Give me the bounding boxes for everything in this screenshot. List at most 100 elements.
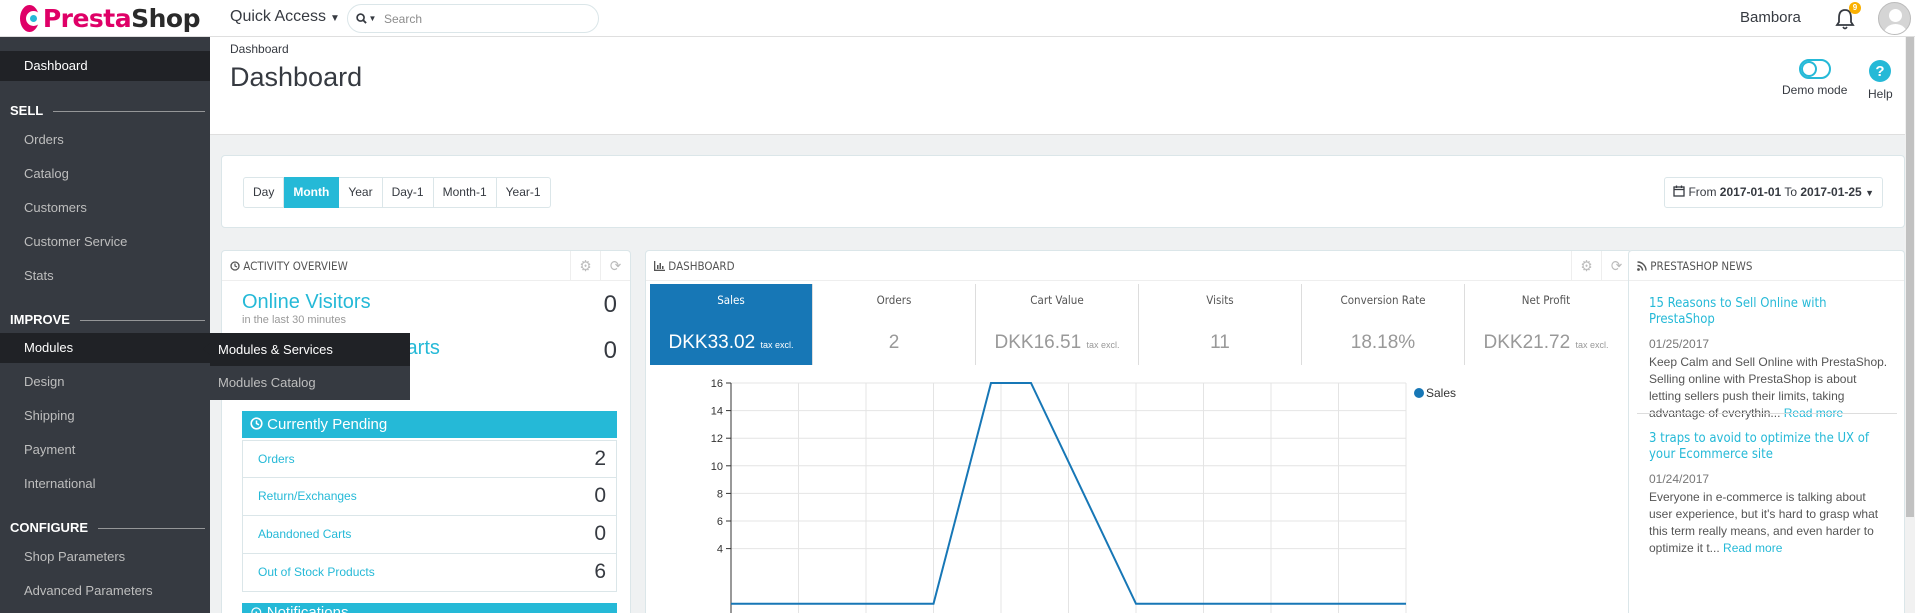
- notifications-heading: ⊙ Notifications: [242, 603, 617, 613]
- sidebar-item-stats[interactable]: Stats: [0, 261, 210, 291]
- avatar[interactable]: [1878, 2, 1911, 35]
- news-title-link[interactable]: 15 Reasons to Sell Online with PrestaSho…: [1649, 296, 1889, 328]
- period-year-1-button[interactable]: Year-1: [496, 177, 551, 208]
- date-range-picker[interactable]: From 2017-01-01 To 2017-01-25 ▼: [1664, 177, 1883, 208]
- pending-abandoned-carts-value: 0: [594, 522, 606, 545]
- news-title-link[interactable]: 3 traps to avoid to optimize the UX of y…: [1649, 431, 1889, 463]
- divider: [98, 527, 205, 529]
- kpi-value: 18.18%: [1350, 332, 1416, 353]
- breadcrumb[interactable]: Dashboard: [230, 42, 289, 56]
- news-item: 3 traps to avoid to optimize the UX of y…: [1649, 431, 1889, 557]
- kpi-sales[interactable]: Sales DKK33.02 tax excl.: [650, 284, 813, 365]
- kpi-value: DKK16.51: [994, 332, 1082, 353]
- currently-pending-title: Currently Pending: [267, 416, 388, 433]
- bar-chart-icon: [654, 261, 665, 271]
- search-input[interactable]: [384, 11, 584, 26]
- legend-label: Sales: [1426, 386, 1456, 400]
- kpi-value-wrap: 2: [813, 332, 975, 354]
- sidebar-item-customers[interactable]: Customers: [0, 193, 210, 223]
- pending-orders-link[interactable]: Orders: [258, 452, 295, 466]
- sidebar-item-shipping[interactable]: Shipping: [0, 401, 210, 431]
- sidebar-item-payment[interactable]: Payment: [0, 435, 210, 465]
- sidebar-item-customer-service[interactable]: Customer Service: [0, 227, 210, 257]
- period-selector-panel: Day Month Year Day-1 Month-1 Year-1 From…: [221, 155, 1905, 228]
- top-header: PrestaShop Quick Access▼ ▼ Bambora 9: [0, 0, 1915, 37]
- to-label: To: [1784, 185, 1797, 199]
- kpi-value-wrap: DKK33.02 tax excl.: [650, 332, 812, 354]
- help-label: Help: [1868, 87, 1893, 101]
- quick-access-dropdown[interactable]: Quick Access ▼: [230, 8, 340, 26]
- sidebar-section-configure: CONFIGURE: [10, 518, 205, 538]
- logo-text-presta: Presta: [42, 3, 132, 33]
- kpi-conversion-rate[interactable]: Conversion Rate 18.18%: [1302, 284, 1465, 365]
- gear-icon[interactable]: ⚙: [570, 251, 600, 281]
- pending-abandoned-carts-link[interactable]: Abandoned Carts: [258, 527, 351, 541]
- sidebar-item-orders[interactable]: Orders: [0, 125, 210, 155]
- period-month-1-button[interactable]: Month-1: [433, 177, 497, 208]
- kpi-net-profit[interactable]: Net Profit DKK21.72 tax excl.: [1465, 284, 1627, 365]
- demo-mode-label: Demo mode: [1782, 83, 1848, 97]
- pending-returns-link[interactable]: Return/Exchanges: [258, 489, 357, 503]
- kpi-value: 11: [1210, 332, 1230, 353]
- submenu-item-modules-services[interactable]: Modules & Services: [210, 333, 410, 366]
- search-box: ▼: [347, 4, 599, 33]
- sidebar-section-sell: SELL: [10, 101, 205, 121]
- prestashop-news-panel: PRESTASHOP NEWS 15 Reasons to Sell Onlin…: [1628, 250, 1905, 613]
- sidebar-item-dashboard[interactable]: Dashboard: [0, 51, 210, 81]
- pending-list: Orders 2 Return/Exchanges 0 Abandoned Cart…: [242, 440, 617, 592]
- search-type-button[interactable]: ▼: [348, 5, 384, 32]
- online-visitors-value: 0: [603, 291, 617, 318]
- page-scrollbar[interactable]: [1905, 37, 1915, 613]
- y-tick-label: 8: [717, 488, 723, 500]
- demo-mode-button[interactable]: Demo mode: [1782, 59, 1847, 97]
- kpi-title: Net Profit: [1521, 293, 1571, 307]
- sidebar-item-advanced-parameters[interactable]: Advanced Parameters: [0, 576, 210, 606]
- panel-heading: ACTIVITY OVERVIEW ⚙ ⟳: [222, 251, 630, 281]
- panel-title: PRESTASHOP NEWS: [1650, 259, 1753, 273]
- kpi-value: 2: [888, 332, 900, 353]
- quick-access-label: Quick Access: [230, 8, 327, 25]
- kpi-value-wrap: 11: [1139, 332, 1301, 354]
- kpi-cart-value[interactable]: Cart Value DKK16.51 tax excl.: [976, 284, 1139, 365]
- news-date: 01/25/2017: [1649, 337, 1710, 351]
- pending-out-of-stock-link[interactable]: Out of Stock Products: [258, 565, 375, 579]
- sidebar-item-international[interactable]: International: [0, 469, 210, 499]
- kpi-title: Sales: [717, 293, 745, 307]
- kpi-title: Conversion Rate: [1340, 293, 1426, 307]
- list-item: Out of Stock Products 6: [242, 554, 617, 592]
- period-day-1-button[interactable]: Day-1: [382, 177, 434, 208]
- caret-down-icon: ▼: [1865, 188, 1874, 198]
- sidebar-item-shop-parameters[interactable]: Shop Parameters: [0, 542, 210, 572]
- kpi-visits[interactable]: Visits 11: [1139, 284, 1302, 365]
- sidebar-item-modules[interactable]: Modules: [0, 333, 210, 363]
- gear-icon[interactable]: ⚙: [1571, 251, 1601, 281]
- from-date: 2017-01-01: [1719, 185, 1782, 199]
- online-visitors-sub: in the last 30 minutes: [242, 314, 346, 326]
- online-visitors-label[interactable]: Online Visitors: [242, 291, 617, 314]
- calendar-icon: [1673, 185, 1685, 197]
- news-body: Keep Calm and Sell Online with PrestaSho…: [1649, 354, 1889, 422]
- kpi-title: Visits: [1206, 293, 1234, 307]
- news-body-text: Keep Calm and Sell Online with PrestaSho…: [1649, 355, 1888, 420]
- period-year-button[interactable]: Year: [339, 177, 383, 208]
- page-title: Dashboard: [230, 62, 363, 92]
- period-month-button[interactable]: Month: [284, 177, 340, 208]
- sidebar-item-design[interactable]: Design: [0, 367, 210, 397]
- prestashop-logo[interactable]: PrestaShop: [20, 3, 200, 33]
- help-button[interactable]: ? Help: [1868, 59, 1893, 101]
- y-tick-label: 14: [711, 406, 723, 418]
- news-body: Everyone in e-commerce is talking about …: [1649, 489, 1889, 557]
- refresh-icon[interactable]: ⟳: [1601, 251, 1631, 281]
- panel-heading: PRESTASHOP NEWS: [1629, 251, 1904, 281]
- kpi-orders[interactable]: Orders 2: [813, 284, 976, 365]
- scrollbar-thumb[interactable]: [1906, 37, 1914, 517]
- read-more-link[interactable]: Read more: [1723, 541, 1782, 555]
- notifications-badge: 9: [1849, 2, 1861, 14]
- y-tick-label: 16: [711, 378, 723, 390]
- refresh-icon[interactable]: ⟳: [600, 251, 630, 281]
- submenu-item-modules-catalog[interactable]: Modules Catalog: [210, 366, 410, 399]
- period-day-button[interactable]: Day: [243, 177, 285, 208]
- svg-text:?: ?: [1876, 63, 1885, 80]
- employee-name[interactable]: Bambora: [1740, 9, 1801, 26]
- sidebar-item-catalog[interactable]: Catalog: [0, 159, 210, 189]
